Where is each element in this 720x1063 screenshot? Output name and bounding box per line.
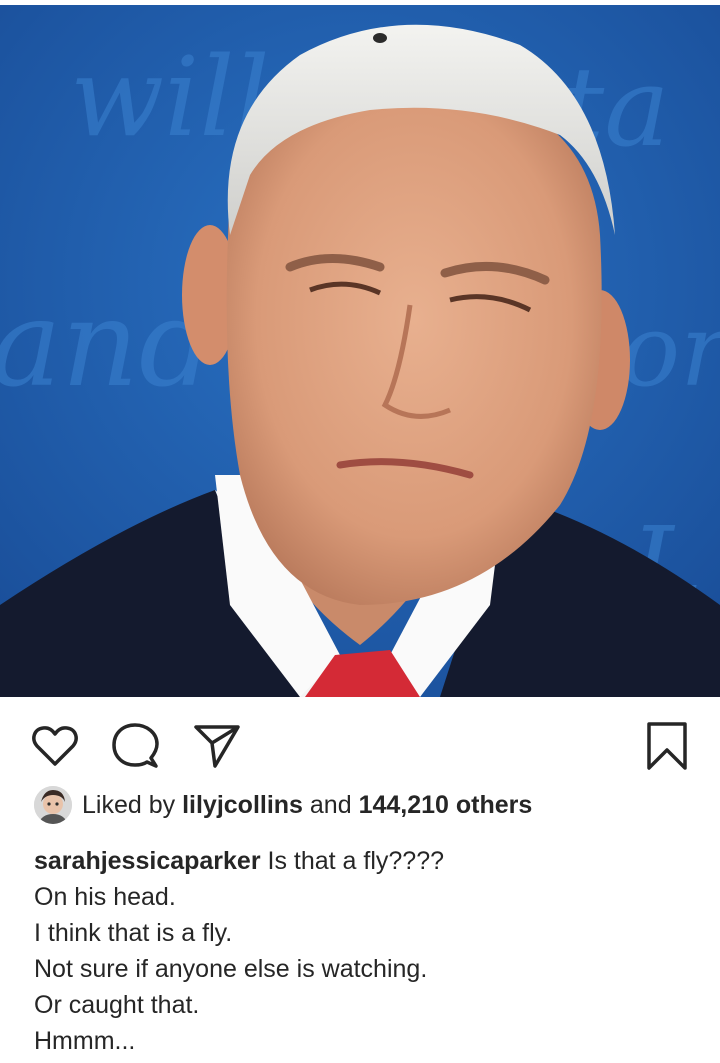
caption-line: Or caught that. xyxy=(34,991,200,1019)
share-button[interactable] xyxy=(190,718,244,774)
post-photo[interactable]: will ta and or L xyxy=(0,5,720,697)
caption-line: Hmmm... xyxy=(34,1027,136,1055)
caption-text: Is that a fly???? xyxy=(267,847,445,875)
post-photo-illustration: will ta and or L xyxy=(0,5,720,697)
post-caption: sarahjessicaparker Is that a fly???? On … xyxy=(34,843,704,1059)
caption-line: Not sure if anyone else is watching. xyxy=(34,955,428,983)
likes-joiner: and xyxy=(309,790,352,819)
comment-icon xyxy=(112,723,159,768)
save-button[interactable] xyxy=(640,718,694,774)
likes-prefix: Liked by xyxy=(82,790,176,819)
liker-username[interactable]: lilyjcollins xyxy=(182,791,303,819)
bookmark-icon xyxy=(647,722,687,770)
caption-line: I think that is a fly. xyxy=(34,919,233,947)
like-button[interactable] xyxy=(28,718,82,774)
post-actions xyxy=(0,718,720,774)
caption-username[interactable]: sarahjessicaparker xyxy=(34,847,261,875)
avatar-icon xyxy=(34,786,72,824)
caption-line: On his head. xyxy=(34,883,176,911)
likes-text: Liked by lilyjcollins and 144,210 others xyxy=(82,791,532,820)
svg-text:or: or xyxy=(620,292,720,409)
heart-icon xyxy=(32,726,78,766)
caption-first-line: sarahjessicaparker Is that a fly???? xyxy=(34,843,704,879)
likes-count[interactable]: 144,210 others xyxy=(359,791,533,819)
likes-summary: Liked by lilyjcollins and 144,210 others xyxy=(34,783,532,827)
paper-plane-icon xyxy=(194,725,240,768)
liker-avatar[interactable] xyxy=(34,786,72,824)
comment-button[interactable] xyxy=(108,718,162,774)
